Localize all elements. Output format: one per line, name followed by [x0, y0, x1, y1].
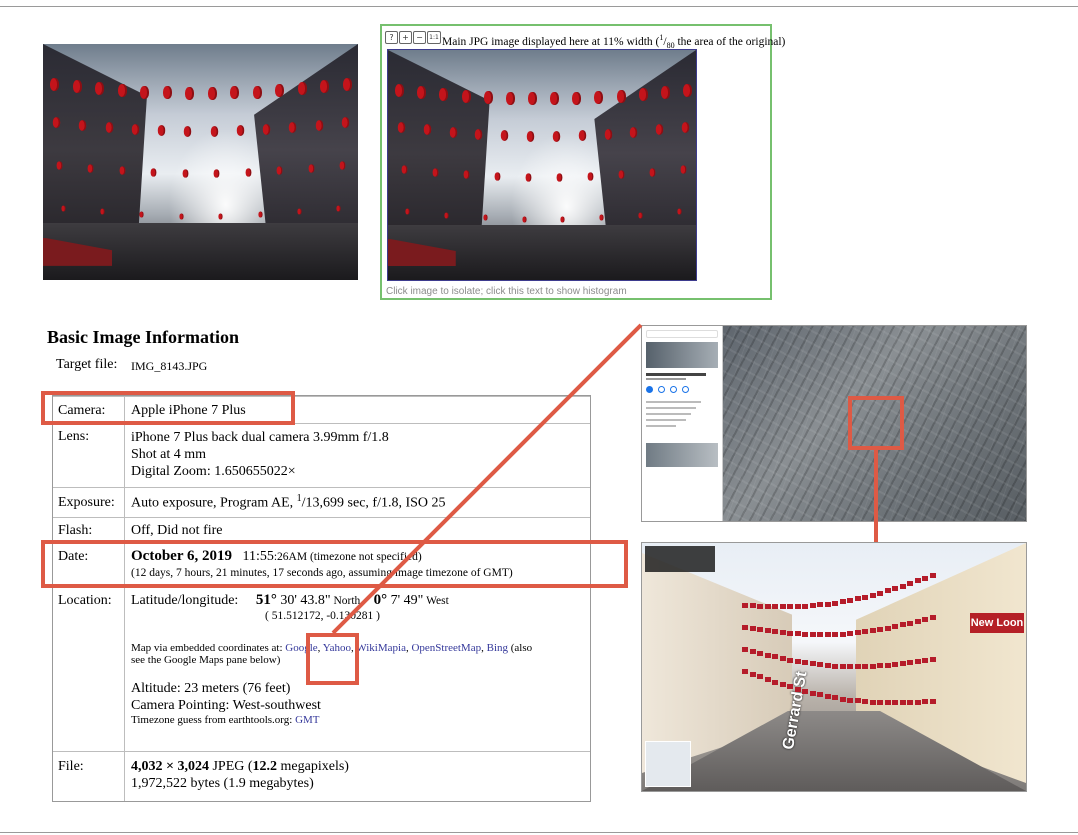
- map-location-highlight: [848, 396, 904, 450]
- google-link-highlight: [306, 633, 359, 685]
- date-highlight: [41, 540, 628, 588]
- camera-highlight: [41, 391, 295, 425]
